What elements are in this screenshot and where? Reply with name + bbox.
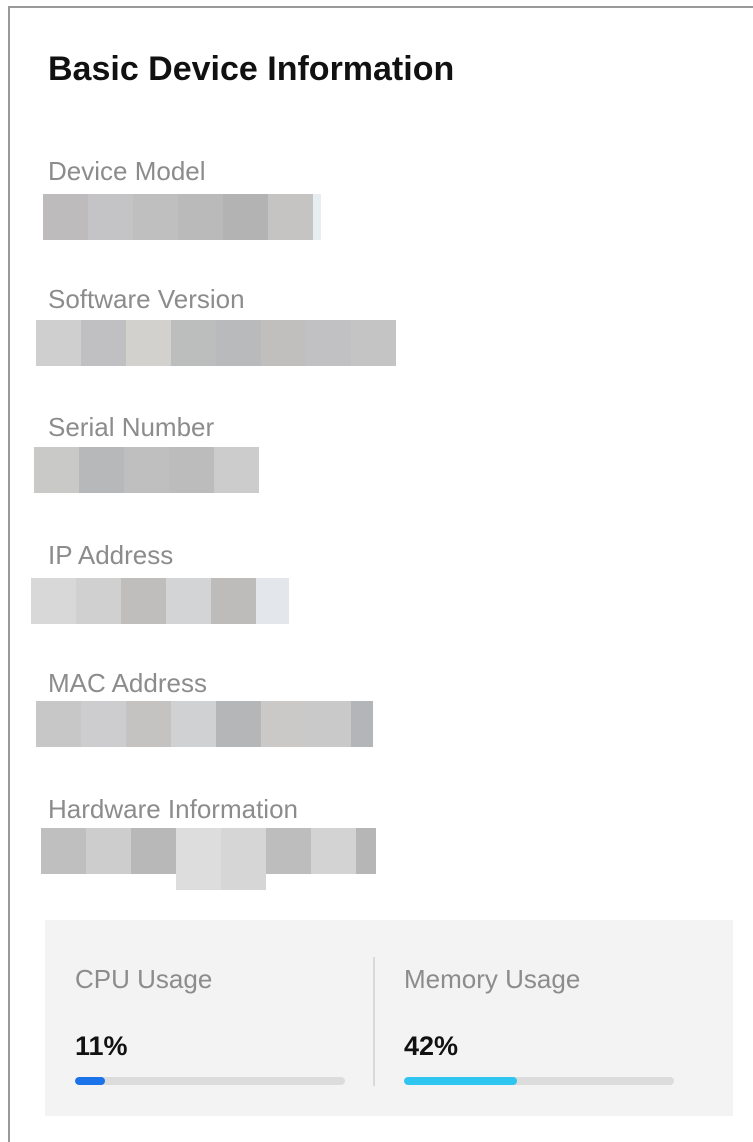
usage-stats-area: CPU Usage 11% Memory Usage 42% bbox=[45, 920, 733, 1116]
memory-usage-value: 42% bbox=[404, 1031, 459, 1061]
device-model-label: Device Model bbox=[48, 156, 206, 186]
software-version-value-redacted bbox=[36, 320, 396, 366]
cpu-usage-bar bbox=[75, 1077, 345, 1085]
cpu-usage-value: 11% bbox=[75, 1031, 128, 1061]
mac-address-label: MAC Address bbox=[48, 668, 207, 698]
cpu-usage-bar-fill bbox=[75, 1077, 105, 1085]
cpu-usage-label: CPU Usage bbox=[75, 964, 213, 994]
stats-divider bbox=[373, 957, 375, 1086]
device-model-value-redacted bbox=[43, 194, 321, 240]
memory-usage-label: Memory Usage bbox=[404, 964, 581, 994]
device-info-panel: Basic Device Information Device Model So… bbox=[8, 6, 753, 1142]
mac-address-value-redacted bbox=[36, 701, 373, 747]
hardware-information-label: Hardware Information bbox=[48, 794, 298, 824]
serial-number-value-redacted bbox=[34, 447, 259, 493]
ip-address-value-redacted bbox=[31, 578, 289, 624]
memory-usage-bar-fill bbox=[404, 1077, 518, 1085]
hardware-information-value-redacted bbox=[41, 828, 376, 890]
panel-title: Basic Device Information bbox=[48, 50, 455, 88]
memory-usage-bar bbox=[404, 1077, 674, 1085]
serial-number-label: Serial Number bbox=[48, 412, 215, 442]
software-version-label: Software Version bbox=[48, 284, 245, 314]
ip-address-label: IP Address bbox=[48, 540, 174, 570]
